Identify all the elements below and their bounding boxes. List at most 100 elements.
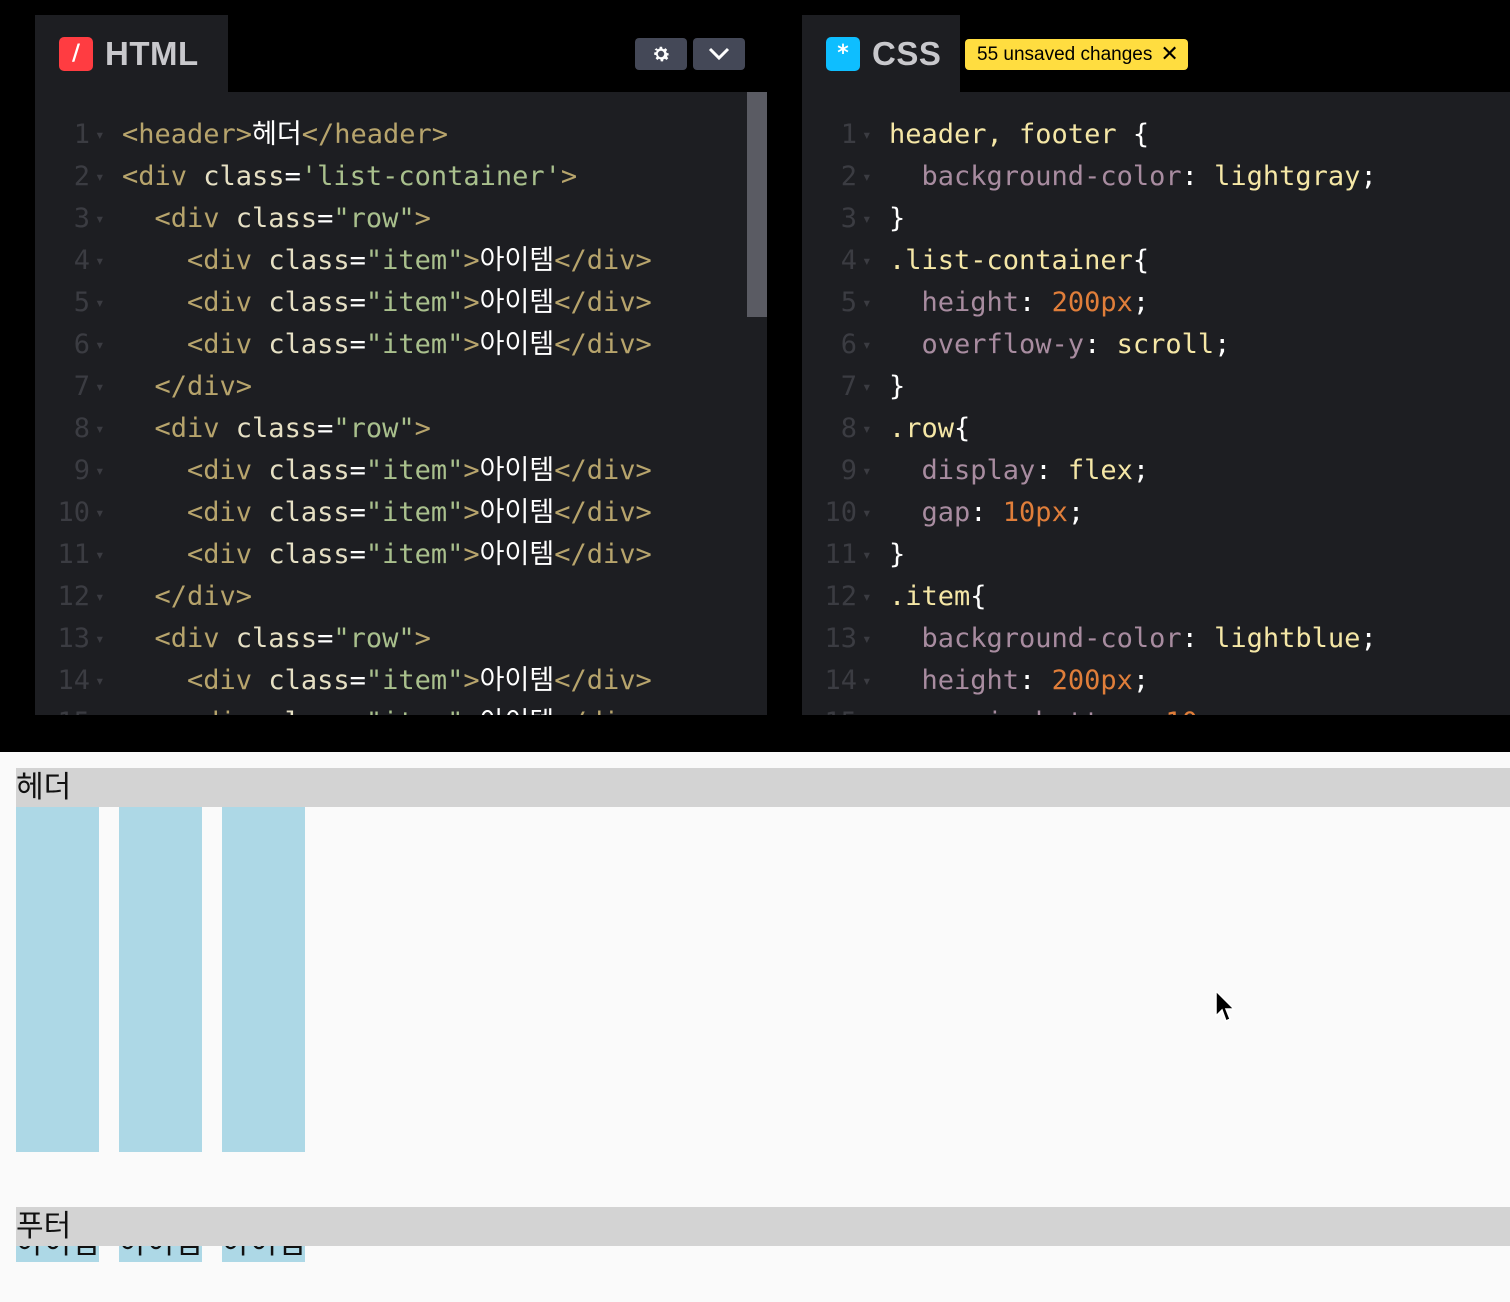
- code-line[interactable]: 1 ▾ header, footer {: [802, 114, 1510, 156]
- code-line[interactable]: 6 ▾ overflow-y: scroll;: [802, 324, 1510, 366]
- fold-arrow-icon[interactable]: ▾: [95, 114, 105, 156]
- code-token: 10px: [1165, 707, 1230, 715]
- code-line[interactable]: 9 ▾ display: flex;: [802, 450, 1510, 492]
- code-line[interactable]: 15 ▾ margin-bottom: 10px;: [802, 702, 1510, 715]
- fold-arrow-icon[interactable]: ▾: [862, 576, 872, 618]
- code-line[interactable]: 2 ▾ <div class='list-container'>: [35, 156, 767, 198]
- fold-arrow-icon[interactable]: ▾: [95, 618, 105, 660]
- css-code-editor[interactable]: 1 ▾ header, footer {2 ▾ background-color: l…: [802, 114, 1510, 715]
- fold-arrow-icon[interactable]: ▾: [862, 702, 872, 715]
- fold-arrow-icon[interactable]: ▾: [862, 492, 872, 534]
- code-token: :: [1019, 287, 1052, 318]
- fold-arrow-icon[interactable]: ▾: [95, 576, 105, 618]
- code-text: <div class="item">아이템</div>: [122, 282, 652, 324]
- html-tab[interactable]: / HTML: [35, 15, 228, 92]
- code-token: class: [235, 413, 318, 444]
- line-number: 14: [824, 665, 857, 696]
- code-token: 'list-container': [300, 161, 561, 192]
- code-line[interactable]: 14 ▾ height: 200px;: [802, 660, 1510, 702]
- code-token: }: [889, 539, 906, 570]
- fold-arrow-icon[interactable]: ▾: [862, 156, 872, 198]
- code-token: <header>: [122, 119, 253, 150]
- fold-arrow-icon[interactable]: ▾: [95, 198, 105, 240]
- code-token: class: [268, 245, 350, 276]
- code-line[interactable]: 11 ▾ <div class="item">아이템</div>: [35, 534, 767, 576]
- code-line[interactable]: 15 ▾ <div class="item">아이템</div>: [35, 702, 767, 715]
- fold-arrow-icon[interactable]: ▾: [95, 156, 105, 198]
- code-line[interactable]: 1 ▾ <header>헤더</header>: [35, 114, 767, 156]
- fold-arrow-icon[interactable]: ▾: [862, 534, 872, 576]
- code-line[interactable]: 3 ▾}: [802, 198, 1510, 240]
- code-text: margin-bottom: 10px;: [889, 702, 1247, 715]
- line-number: 10: [824, 497, 857, 528]
- fold-arrow-icon[interactable]: ▾: [95, 324, 105, 366]
- code-text: <div class="item">아이템</div>: [122, 660, 652, 702]
- unsaved-changes-badge[interactable]: 55 unsaved changes ✕: [965, 39, 1188, 70]
- settings-button[interactable]: [635, 38, 687, 70]
- code-text: <div class="item">아이템</div>: [122, 534, 652, 576]
- fold-arrow-icon[interactable]: ▾: [862, 198, 872, 240]
- code-text: }: [889, 366, 905, 408]
- preview-item: 아이템: [119, 807, 202, 1262]
- html-editor-scrollbar[interactable]: [747, 92, 767, 715]
- fold-arrow-icon[interactable]: ▾: [95, 660, 105, 702]
- fold-arrow-icon[interactable]: ▾: [95, 492, 105, 534]
- code-token: ;: [1132, 665, 1150, 696]
- code-line[interactable]: 8 ▾ .row{: [802, 408, 1510, 450]
- fold-arrow-icon[interactable]: ▾: [862, 618, 872, 660]
- fold-arrow-icon[interactable]: ▾: [862, 240, 872, 282]
- code-line[interactable]: 12 ▾ .item{: [802, 576, 1510, 618]
- line-number: 9: [840, 455, 857, 486]
- code-token: >: [463, 539, 480, 570]
- fold-arrow-icon[interactable]: ▾: [95, 702, 105, 715]
- code-line[interactable]: 7 ▾}: [802, 366, 1510, 408]
- fold-arrow-icon[interactable]: ▾: [95, 534, 105, 576]
- code-token: 아이템: [480, 707, 555, 715]
- code-line[interactable]: 11 ▾}: [802, 534, 1510, 576]
- code-line[interactable]: 6 ▾ <div class="item">아이템</div>: [35, 324, 767, 366]
- line-number: 1: [73, 119, 90, 150]
- code-token: flex: [1067, 455, 1133, 486]
- code-line[interactable]: 5 ▾ <div class="item">아이템</div>: [35, 282, 767, 324]
- code-line[interactable]: 12 ▾ </div>: [35, 576, 767, 618]
- html-code-editor[interactable]: 1 ▾ <header>헤더</header> 2 ▾ <div class='list-…: [35, 114, 767, 715]
- fold-arrow-icon[interactable]: ▾: [95, 240, 105, 282]
- code-line[interactable]: 5 ▾ height: 200px;: [802, 282, 1510, 324]
- code-line[interactable]: 4 ▾ .list-container{: [802, 240, 1510, 282]
- code-line[interactable]: 4 ▾ <div class="item">아이템</div>: [35, 240, 767, 282]
- code-line[interactable]: 13 ▾ background-color: lightblue;: [802, 618, 1510, 660]
- code-line[interactable]: 3 ▾ <div class="row">: [35, 198, 767, 240]
- fold-arrow-icon[interactable]: ▾: [862, 366, 872, 408]
- collapse-button[interactable]: [693, 38, 745, 70]
- fold-arrow-icon[interactable]: ▾: [862, 660, 872, 702]
- fold-arrow-icon[interactable]: ▾: [95, 408, 105, 450]
- code-line[interactable]: 2 ▾ background-color: lightgray;: [802, 156, 1510, 198]
- code-token: scroll: [1116, 329, 1215, 360]
- fold-arrow-icon[interactable]: ▾: [862, 114, 872, 156]
- fold-arrow-icon[interactable]: ▾: [862, 408, 872, 450]
- code-text: <div class="row">: [122, 618, 431, 660]
- code-line[interactable]: 7 ▾ </div>: [35, 366, 767, 408]
- fold-arrow-icon[interactable]: ▾: [862, 324, 872, 366]
- code-token: </header>: [301, 119, 449, 150]
- close-icon[interactable]: ✕: [1160, 43, 1178, 66]
- code-token: <div: [122, 707, 268, 715]
- preview-item-box: [16, 807, 99, 1152]
- code-text: <div class="item">아이템</div>: [122, 492, 652, 534]
- fold-arrow-icon[interactable]: ▾: [862, 450, 872, 492]
- fold-arrow-icon[interactable]: ▾: [95, 282, 105, 324]
- fold-arrow-icon[interactable]: ▾: [95, 450, 105, 492]
- code-line[interactable]: 10 ▾ gap: 10px;: [802, 492, 1510, 534]
- code-line[interactable]: 9 ▾ <div class="item">아이템</div>: [35, 450, 767, 492]
- css-tab[interactable]: * CSS: [802, 15, 960, 92]
- line-number: 2: [840, 161, 857, 192]
- fold-arrow-icon[interactable]: ▾: [95, 366, 105, 408]
- code-line[interactable]: 10 ▾ <div class="item">아이템</div>: [35, 492, 767, 534]
- scrollbar-thumb[interactable]: [747, 92, 767, 317]
- line-number: 12: [824, 581, 857, 612]
- code-line[interactable]: 8 ▾ <div class="row">: [35, 408, 767, 450]
- code-line[interactable]: 14 ▾ <div class="item">아이템</div>: [35, 660, 767, 702]
- code-line[interactable]: 13 ▾ <div class="row">: [35, 618, 767, 660]
- line-number: 14: [57, 665, 90, 696]
- fold-arrow-icon[interactable]: ▾: [862, 282, 872, 324]
